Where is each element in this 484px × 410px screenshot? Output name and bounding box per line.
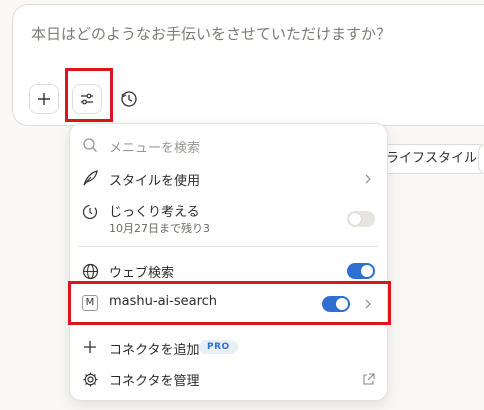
menu-search[interactable]: メニューを検索 <box>70 135 387 157</box>
chevron-right-icon <box>365 174 371 184</box>
feather-icon <box>81 169 99 187</box>
menu-item-add-connector[interactable]: コネクタを追加 PRO <box>70 336 387 358</box>
add-button[interactable] <box>29 84 59 114</box>
tools-button-highlight <box>65 68 113 122</box>
menu-item-use-style[interactable]: スタイルを使用 <box>70 166 387 192</box>
menu-search-input[interactable]: メニューを検索 <box>109 137 200 156</box>
think-deeply-toggle[interactable] <box>347 211 375 227</box>
pro-badge: PRO <box>199 340 238 354</box>
suggestion-chip-partial[interactable] <box>478 144 484 174</box>
menu-item-label: スタイルを使用 <box>109 174 201 189</box>
mashu-ai-search-highlight <box>68 281 391 325</box>
timer-icon <box>81 202 99 220</box>
suggestion-chip-lifestyle[interactable]: ライフスタイル <box>376 144 484 174</box>
menu-item-label: コネクタを追加 <box>109 343 200 358</box>
tools-menu: メニューを検索 スタイルを使用 じっくり考える 10月27日まで残り3 ウェブ検… <box>69 123 388 401</box>
search-icon <box>81 136 99 154</box>
globe-icon <box>81 262 99 280</box>
clock-icon <box>121 91 137 107</box>
menu-divider <box>78 246 379 247</box>
menu-item-think-deeply[interactable]: じっくり考える 10月27日まで残り3 <box>70 200 387 236</box>
gear-icon <box>81 370 99 388</box>
menu-item-label: ウェブ検索 <box>109 266 175 281</box>
menu-item-label: コネクタを管理 <box>109 374 200 389</box>
menu-item-manage-connectors[interactable]: コネクタを管理 <box>70 367 387 391</box>
menu-item-sublabel: 10月27日まで残り3 <box>109 222 210 235</box>
external-link-icon <box>363 373 375 385</box>
web-search-toggle[interactable] <box>347 263 375 279</box>
menu-item-label: じっくり考える <box>109 205 200 220</box>
menu-item-web-search[interactable]: ウェブ検索 <box>70 259 387 283</box>
plus-icon <box>81 338 99 356</box>
history-button[interactable] <box>114 84 144 114</box>
prompt-input[interactable]: 本日はどのようなお手伝いをさせていただけますか？ <box>31 23 391 44</box>
plus-icon <box>38 93 50 105</box>
